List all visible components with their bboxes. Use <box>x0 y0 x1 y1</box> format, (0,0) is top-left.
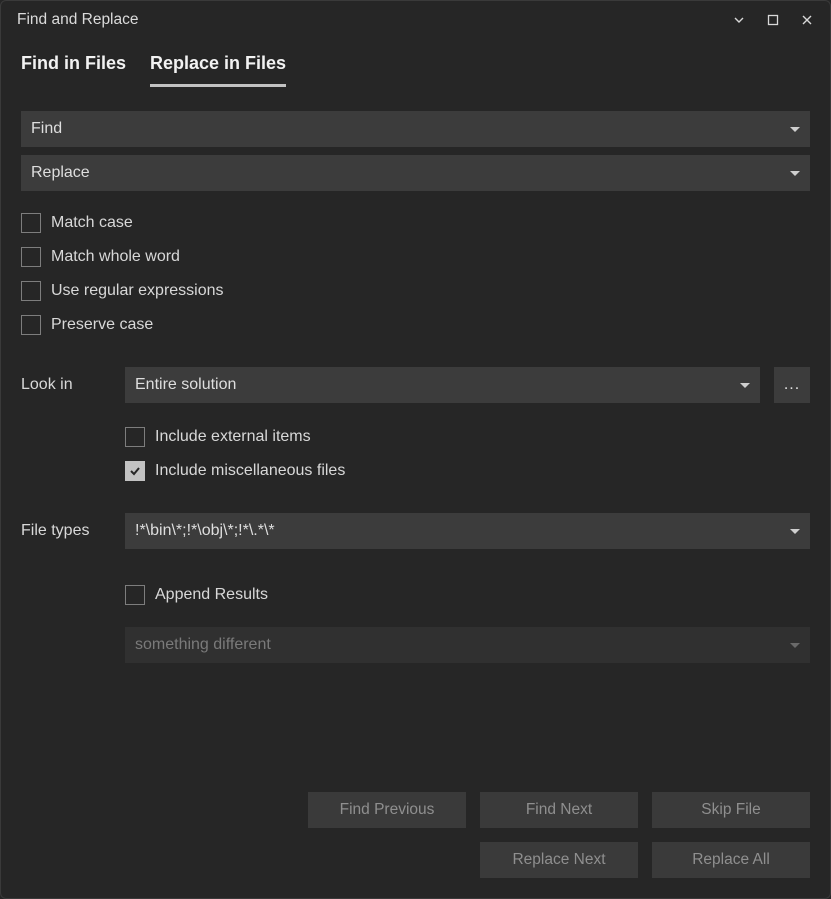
match-whole-word-label: Match whole word <box>51 248 180 266</box>
replace-all-button[interactable]: Replace All <box>652 842 810 878</box>
results-destination-value: something different <box>135 636 271 654</box>
look-in-label: Look in <box>21 376 111 394</box>
dropdown-caret-icon[interactable] <box>790 522 800 540</box>
file-types-label: File types <box>21 522 111 540</box>
look-in-row: Look in Entire solution ... <box>21 367 810 403</box>
include-misc-checkbox[interactable] <box>125 461 145 481</box>
find-input-text: Find <box>31 120 62 138</box>
file-types-value: !*\bin\*;!*\obj\*;!*\.*\* <box>135 522 275 540</box>
results-block: Append Results something different <box>125 585 810 663</box>
match-case-label: Match case <box>51 214 133 232</box>
find-previous-button[interactable]: Find Previous <box>308 792 466 828</box>
dropdown-caret-icon[interactable] <box>740 376 750 394</box>
tabs: Find in Files Replace in Files <box>1 39 830 87</box>
file-types-row: File types !*\bin\*;!*\obj\*;!*\.*\* <box>21 513 810 549</box>
match-whole-word-checkbox[interactable] <box>21 247 41 267</box>
window-title: Find and Replace <box>17 11 139 29</box>
look-in-dropdown[interactable]: Entire solution <box>125 367 760 403</box>
replace-input[interactable]: Replace <box>21 155 810 191</box>
dropdown-caret-icon <box>790 636 800 654</box>
match-case-row[interactable]: Match case <box>21 213 810 233</box>
find-input[interactable]: Find <box>21 111 810 147</box>
append-results-row[interactable]: Append Results <box>125 585 810 605</box>
look-in-options: Include external items Include miscellan… <box>125 427 810 481</box>
append-results-checkbox[interactable] <box>125 585 145 605</box>
maximize-icon[interactable] <box>762 9 784 31</box>
include-misc-row[interactable]: Include miscellaneous files <box>125 461 810 481</box>
dropdown-caret-icon[interactable] <box>790 120 800 138</box>
dialog-content: Find Replace Match case Match whole word… <box>1 87 830 663</box>
preserve-case-row[interactable]: Preserve case <box>21 315 810 335</box>
results-destination-dropdown: something different <box>125 627 810 663</box>
replace-next-button[interactable]: Replace Next <box>480 842 638 878</box>
include-external-checkbox[interactable] <box>125 427 145 447</box>
tab-find-in-files[interactable]: Find in Files <box>21 49 126 87</box>
append-results-label: Append Results <box>155 586 268 604</box>
action-buttons: Find Previous Find Next Skip File Replac… <box>308 792 810 878</box>
look-in-value: Entire solution <box>135 376 236 394</box>
find-next-button[interactable]: Find Next <box>480 792 638 828</box>
use-regex-row[interactable]: Use regular expressions <box>21 281 810 301</box>
dropdown-caret-icon[interactable] <box>790 164 800 182</box>
match-case-checkbox[interactable] <box>21 213 41 233</box>
file-types-dropdown[interactable]: !*\bin\*;!*\obj\*;!*\.*\* <box>125 513 810 549</box>
preserve-case-checkbox[interactable] <box>21 315 41 335</box>
match-whole-word-row[interactable]: Match whole word <box>21 247 810 267</box>
browse-button[interactable]: ... <box>774 367 810 403</box>
use-regex-checkbox[interactable] <box>21 281 41 301</box>
use-regex-label: Use regular expressions <box>51 282 224 300</box>
include-external-label: Include external items <box>155 428 311 446</box>
skip-file-button[interactable]: Skip File <box>652 792 810 828</box>
chevron-down-icon[interactable] <box>728 9 750 31</box>
include-misc-label: Include miscellaneous files <box>155 462 345 480</box>
replace-input-text: Replace <box>31 164 90 182</box>
close-icon[interactable] <box>796 9 818 31</box>
titlebar: Find and Replace <box>1 1 830 39</box>
window-controls <box>728 9 818 31</box>
include-external-row[interactable]: Include external items <box>125 427 810 447</box>
preserve-case-label: Preserve case <box>51 316 153 334</box>
tab-replace-in-files[interactable]: Replace in Files <box>150 49 286 87</box>
search-options: Match case Match whole word Use regular … <box>21 213 810 335</box>
